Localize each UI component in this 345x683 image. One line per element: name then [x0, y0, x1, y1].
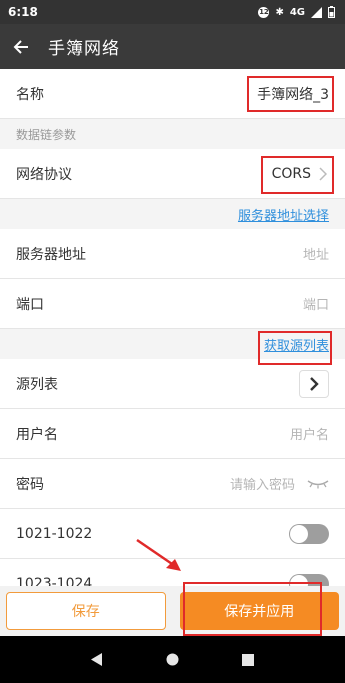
annotation-box-source-list [258, 331, 332, 365]
port-row: 端口 端口 [0, 279, 345, 329]
server-select-link[interactable]: 服务器地址选择 [238, 205, 329, 224]
server-select-row: 服务器地址选择 [0, 199, 345, 229]
source-list-row: 源列表 [0, 359, 345, 409]
protocol-label: 网络协议 [16, 166, 72, 183]
section-header: 数据链参数 [0, 119, 345, 149]
eye-closed-icon[interactable] [307, 479, 329, 489]
status-icons: 12 ✱ 4G [258, 6, 335, 18]
annotation-box-protocol [261, 156, 334, 194]
server-row: 服务器地址 地址 [0, 229, 345, 279]
annotation-box-save-apply [183, 582, 322, 636]
chevron-right-icon [310, 376, 319, 391]
username-row: 用户名 用户名 [0, 409, 345, 459]
source-list-label: 源列表 [16, 376, 58, 393]
username-input[interactable]: 用户名 [290, 424, 329, 443]
section-label: 数据链参数 [16, 127, 77, 142]
status-bar: 6:18 12 ✱ 4G [0, 0, 345, 24]
name-label: 名称 [16, 86, 44, 103]
toggle-1023-label: 1023-1024 [16, 575, 93, 587]
password-label: 密码 [16, 476, 44, 493]
notification-badge: 12 [258, 6, 270, 18]
server-input[interactable]: 地址 [303, 244, 329, 263]
server-label: 服务器地址 [16, 246, 86, 263]
toggle-1021-switch[interactable] [289, 523, 329, 544]
annotation-box-name [247, 76, 334, 112]
port-input[interactable]: 端口 [303, 294, 329, 313]
network-type: 4G [289, 6, 305, 18]
port-label: 端口 [16, 296, 44, 313]
system-nav-bar [0, 636, 345, 683]
recents-square-icon[interactable] [241, 653, 254, 666]
page-title: 手簿网络 [48, 39, 120, 59]
password-input[interactable]: 请输入密码 [230, 474, 295, 493]
battery-icon [328, 6, 335, 18]
username-label: 用户名 [16, 426, 58, 443]
password-row: 密码 请输入密码 [0, 459, 345, 509]
app-bar: 手簿网络 [0, 24, 345, 69]
annotation-arrow-icon [136, 538, 181, 571]
back-triangle-icon[interactable] [91, 653, 103, 666]
status-time: 6:18 [8, 5, 38, 19]
bluetooth-icon: ✱ [275, 6, 284, 18]
save-button[interactable]: 保存 [6, 592, 166, 630]
form-content: 名称 手簿网络_3 数据链参数 网络协议 CORS 服务器地址选择 服务器地址 … [0, 69, 345, 586]
source-list-button[interactable] [299, 369, 329, 398]
back-arrow-icon[interactable] [12, 38, 36, 56]
home-circle-icon[interactable] [166, 653, 179, 666]
toggle-1021-label: 1021-1022 [16, 525, 93, 542]
signal-icon [311, 6, 322, 18]
